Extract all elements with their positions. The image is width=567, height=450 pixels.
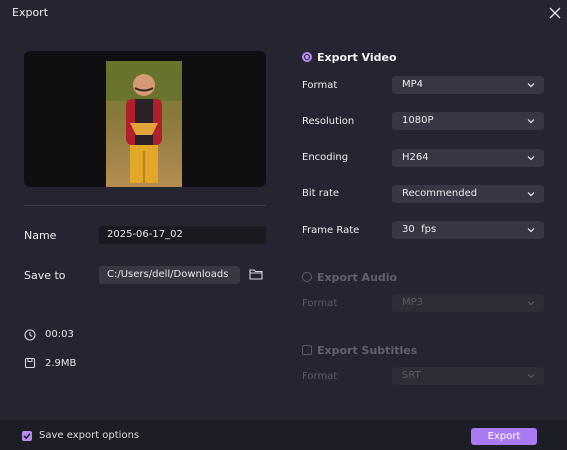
frame-rate-select[interactable]: 30 fps bbox=[392, 221, 544, 239]
video-thumbnail bbox=[106, 61, 182, 187]
name-input[interactable]: 2025-06-17_02 bbox=[99, 226, 266, 244]
bit-rate-select[interactable]: Recommended bbox=[392, 185, 544, 203]
audio-format-label: Format bbox=[302, 298, 338, 309]
save-export-options-checkbox[interactable] bbox=[22, 431, 32, 441]
frame-rate-value: 30 fps bbox=[402, 224, 437, 235]
clock-icon bbox=[24, 329, 36, 341]
bit-rate-value: Recommended bbox=[402, 188, 478, 199]
encoding-label: Encoding bbox=[302, 152, 349, 163]
format-value: MP4 bbox=[402, 79, 424, 90]
export-subtitles-checkbox[interactable] bbox=[302, 345, 312, 355]
file-size-value: 2.9MB bbox=[45, 358, 77, 369]
export-video-label: Export Video bbox=[317, 51, 397, 64]
format-label: Format bbox=[302, 80, 338, 91]
dialog-title: Export bbox=[12, 6, 49, 19]
folder-icon[interactable] bbox=[249, 268, 263, 280]
chevron-down-icon bbox=[527, 156, 535, 161]
export-video-radio[interactable] bbox=[302, 52, 312, 62]
duration-value: 00:03 bbox=[45, 329, 74, 340]
chevron-down-icon bbox=[527, 83, 535, 88]
encoding-select[interactable]: H264 bbox=[392, 149, 544, 167]
subtitle-format-value: SRT bbox=[402, 370, 421, 381]
subtitle-format-select[interactable]: SRT bbox=[392, 367, 544, 385]
format-select[interactable]: MP4 bbox=[392, 76, 544, 94]
chevron-down-icon bbox=[527, 119, 535, 124]
title-bar: Export bbox=[0, 0, 567, 26]
export-subtitles-label: Export Subtitles bbox=[317, 344, 418, 357]
chevron-down-icon bbox=[527, 374, 535, 379]
audio-format-value: MP3 bbox=[402, 297, 424, 308]
name-label: Name bbox=[24, 229, 57, 242]
export-button[interactable]: Export bbox=[471, 428, 537, 445]
resolution-label: Resolution bbox=[302, 116, 355, 127]
file-size-icon bbox=[24, 357, 36, 369]
divider bbox=[24, 205, 266, 206]
checkmark-icon bbox=[23, 433, 31, 440]
chevron-down-icon bbox=[527, 228, 535, 233]
export-audio-radio[interactable] bbox=[302, 272, 312, 282]
export-audio-label: Export Audio bbox=[317, 271, 398, 284]
video-preview bbox=[24, 51, 266, 187]
close-icon[interactable] bbox=[548, 6, 562, 20]
save-export-options-label: Save export options bbox=[39, 430, 140, 441]
resolution-select[interactable]: 1080P bbox=[392, 112, 544, 130]
save-to-label: Save to bbox=[24, 269, 66, 282]
bit-rate-label: Bit rate bbox=[302, 188, 340, 199]
resolution-value: 1080P bbox=[402, 115, 434, 126]
encoding-value: H264 bbox=[402, 152, 429, 163]
audio-format-select[interactable]: MP3 bbox=[392, 294, 544, 312]
save-path-input[interactable]: C:/Users/dell/Downloads bbox=[99, 266, 240, 284]
chevron-down-icon bbox=[527, 301, 535, 306]
subtitle-format-label: Format bbox=[302, 371, 338, 382]
chevron-down-icon bbox=[527, 192, 535, 197]
frame-rate-label: Frame Rate bbox=[302, 225, 360, 236]
